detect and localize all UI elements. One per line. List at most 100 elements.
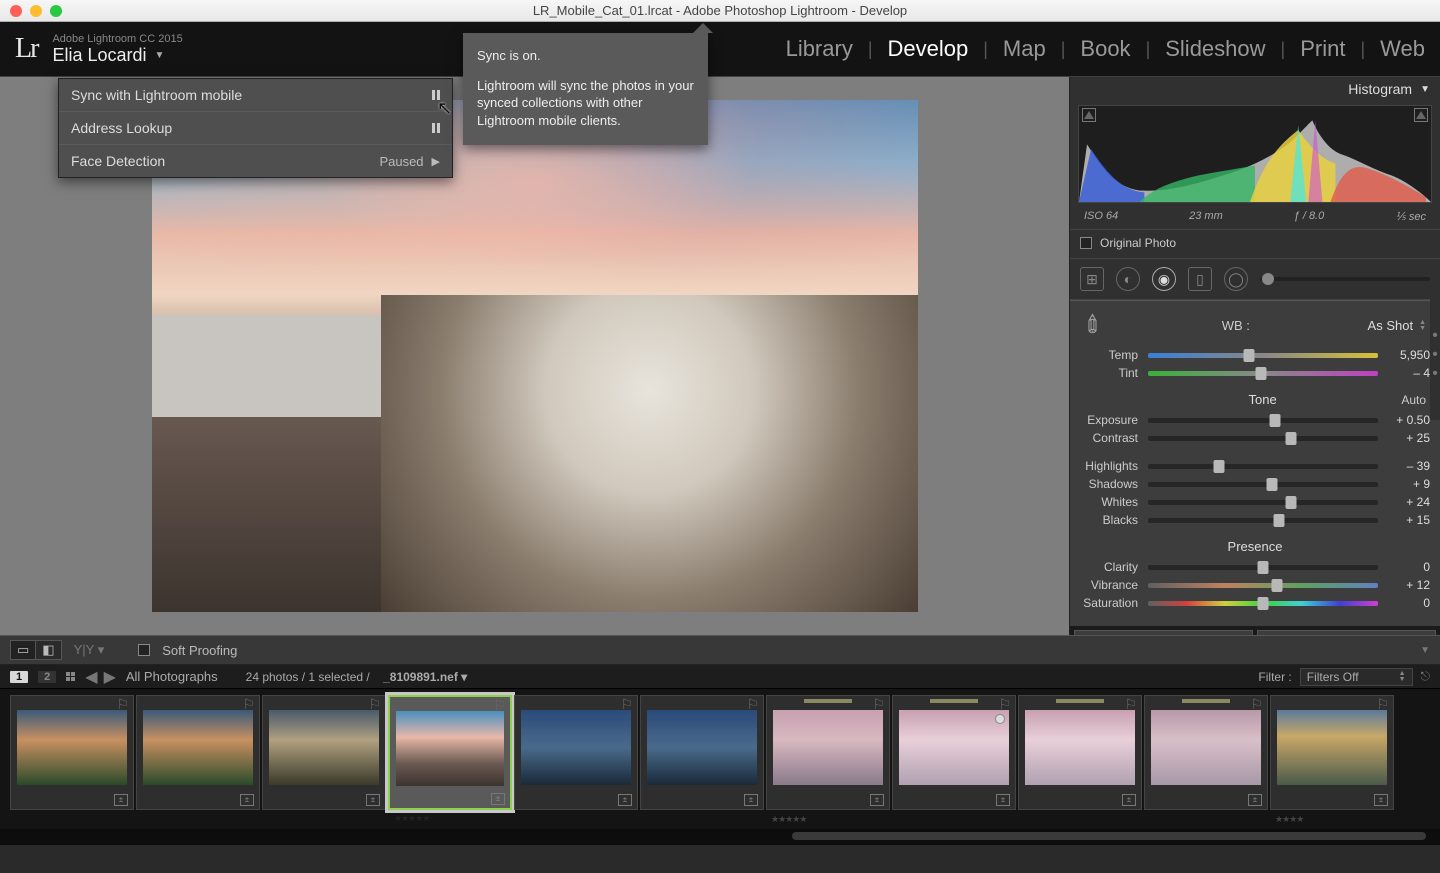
rating-stars[interactable]: ★★★★ <box>1275 814 1303 825</box>
reset-button[interactable]: Reset <box>1257 630 1436 635</box>
module-tab-library[interactable]: Library <box>786 36 853 62</box>
tint-value[interactable]: – 4 <box>1388 366 1430 380</box>
identity-menu-item[interactable]: Sync with Lightroom mobile <box>59 79 452 112</box>
highlights-slider[interactable] <box>1148 464 1378 469</box>
flag-icon[interactable]: ⚐ <box>1124 696 1137 713</box>
temp-value[interactable]: 5,950 <box>1388 348 1430 362</box>
filmstrip-thumbnail[interactable]: ⚐± <box>1018 695 1142 810</box>
blacks-value[interactable]: + 15 <box>1388 513 1430 527</box>
clarity-slider[interactable] <box>1148 565 1378 570</box>
whites-slider[interactable] <box>1148 500 1378 505</box>
histogram-display[interactable] <box>1078 105 1432 203</box>
develop-badge-icon[interactable]: ± <box>114 794 128 806</box>
exposure-slider[interactable] <box>1148 418 1378 423</box>
tint-slider[interactable] <box>1148 371 1378 376</box>
highlights-value[interactable]: – 39 <box>1388 459 1430 473</box>
develop-badge-icon[interactable]: ± <box>1122 794 1136 806</box>
toolbar-disclosure-icon[interactable]: ▼ <box>1420 645 1430 656</box>
develop-badge-icon[interactable]: ± <box>1248 794 1262 806</box>
secondary-monitor-badge[interactable]: 2 <box>38 671 56 683</box>
minimize-window-icon[interactable] <box>30 5 42 17</box>
filmstrip-filename[interactable]: _8109891.nef ▾ <box>380 670 467 684</box>
vibrance-value[interactable]: + 12 <box>1388 578 1430 592</box>
shadows-slider[interactable] <box>1148 482 1378 487</box>
view-mode-switcher[interactable]: ▭ ◧ <box>10 640 62 660</box>
shadow-clipping-indicator[interactable] <box>1082 108 1096 122</box>
vibrance-slider[interactable] <box>1148 583 1378 588</box>
filmstrip-source-label[interactable]: All Photographs <box>126 669 218 684</box>
temp-slider[interactable] <box>1148 353 1378 358</box>
graduated-filter-icon[interactable]: ▯ <box>1188 267 1212 291</box>
module-tab-web[interactable]: Web <box>1380 36 1425 62</box>
shadows-value[interactable]: + 9 <box>1388 477 1430 491</box>
histogram-panel-header[interactable]: Histogram ▼ <box>1070 77 1440 101</box>
wb-eyedropper-icon[interactable]: ✐ <box>1077 308 1112 343</box>
develop-badge-icon[interactable]: ± <box>618 794 632 806</box>
spot-removal-tool-icon[interactable]: ◐ <box>1116 267 1140 291</box>
flag-icon[interactable]: ⚐ <box>368 696 381 713</box>
nav-forward-icon[interactable]: ▶ <box>104 667 116 687</box>
flag-icon[interactable]: ⚐ <box>1250 696 1263 713</box>
module-tab-map[interactable]: Map <box>1003 36 1046 62</box>
crop-tool-icon[interactable]: ⊞ <box>1080 267 1104 291</box>
pause-icon[interactable] <box>432 90 440 100</box>
develop-badge-icon[interactable]: ± <box>240 794 254 806</box>
flag-icon[interactable]: ⚐ <box>116 696 129 713</box>
loupe-view-icon[interactable]: ▭ <box>11 641 36 659</box>
module-tab-print[interactable]: Print <box>1300 36 1345 62</box>
flag-icon[interactable]: ⚐ <box>493 697 506 714</box>
flag-icon[interactable]: ⚐ <box>620 696 633 713</box>
right-panel-resize-grip[interactable]: ••• <box>1430 290 1440 420</box>
before-after-icon[interactable]: ◧ <box>36 641 60 659</box>
develop-badge-icon[interactable]: ± <box>366 794 380 806</box>
grid-view-icon[interactable] <box>66 672 75 681</box>
adjustment-brush-slider[interactable] <box>1260 277 1430 281</box>
play-icon[interactable]: ▶ <box>432 155 440 168</box>
flag-icon[interactable]: ⚐ <box>746 696 759 713</box>
primary-monitor-badge[interactable]: 1 <box>10 671 28 683</box>
before-after-options-icon[interactable]: Y|Y ▾ <box>74 642 105 658</box>
filmstrip-thumbnail[interactable]: ⚐± <box>892 695 1016 810</box>
rating-stars[interactable]: ★★★★★ <box>394 813 429 824</box>
fullscreen-window-icon[interactable] <box>50 5 62 17</box>
pause-icon[interactable] <box>432 123 440 133</box>
radial-filter-icon[interactable]: ◯ <box>1224 267 1248 291</box>
filmstrip-thumbnail[interactable]: ⚐±★★★★ <box>1270 695 1394 810</box>
filmstrip-thumbnail[interactable]: ⚐± <box>640 695 764 810</box>
filmstrip-thumbnail[interactable]: ⚐± <box>1144 695 1268 810</box>
module-tab-develop[interactable]: Develop <box>888 36 969 62</box>
filmstrip[interactable]: ⚐±⚐±⚐±⚐±★★★★★⚐±⚐±⚐±★★★★★⚐±⚐±⚐±⚐±★★★★ <box>0 689 1440 829</box>
identity-menu-item[interactable]: Address Lookup <box>59 112 452 145</box>
highlight-clipping-indicator[interactable] <box>1414 108 1428 122</box>
flag-icon[interactable]: ⚐ <box>998 696 1011 713</box>
filmstrip-thumbnail[interactable]: ⚐± <box>514 695 638 810</box>
saturation-value[interactable]: 0 <box>1388 596 1430 610</box>
identity-plate[interactable]: Elia Locardi ▼ <box>52 45 182 66</box>
develop-badge-icon[interactable]: ± <box>491 793 505 805</box>
blacks-slider[interactable] <box>1148 518 1378 523</box>
rating-stars[interactable]: ★★★★★ <box>771 814 806 825</box>
whites-value[interactable]: + 24 <box>1388 495 1430 509</box>
original-photo-row[interactable]: Original Photo <box>1070 229 1440 258</box>
module-tab-slideshow[interactable]: Slideshow <box>1165 36 1265 62</box>
wb-dropdown[interactable]: As Shot ▲▼ <box>1368 318 1426 333</box>
previous-button[interactable]: Previous <box>1074 630 1253 635</box>
close-window-icon[interactable] <box>10 5 22 17</box>
filter-lock-icon[interactable]: ⎋ <box>1421 669 1431 684</box>
filmstrip-thumbnail[interactable]: ⚐± <box>262 695 386 810</box>
clarity-value[interactable]: 0 <box>1388 560 1430 574</box>
contrast-value[interactable]: + 25 <box>1388 431 1430 445</box>
flag-icon[interactable]: ⚐ <box>242 696 255 713</box>
filmstrip-thumbnail[interactable]: ⚐± <box>136 695 260 810</box>
flag-icon[interactable]: ⚐ <box>872 696 885 713</box>
redeye-tool-icon[interactable]: ◉ <box>1152 267 1176 291</box>
filmstrip-thumbnail[interactable]: ⚐±★★★★★ <box>766 695 890 810</box>
saturation-slider[interactable] <box>1148 601 1378 606</box>
develop-badge-icon[interactable]: ± <box>744 794 758 806</box>
filmstrip-thumbnail[interactable]: ⚐± <box>10 695 134 810</box>
auto-tone-button[interactable]: Auto <box>1401 393 1426 407</box>
original-photo-checkbox[interactable] <box>1080 237 1092 249</box>
flag-icon[interactable]: ⚐ <box>1376 696 1389 713</box>
exposure-value[interactable]: + 0.50 <box>1388 413 1430 427</box>
develop-badge-icon[interactable]: ± <box>996 794 1010 806</box>
